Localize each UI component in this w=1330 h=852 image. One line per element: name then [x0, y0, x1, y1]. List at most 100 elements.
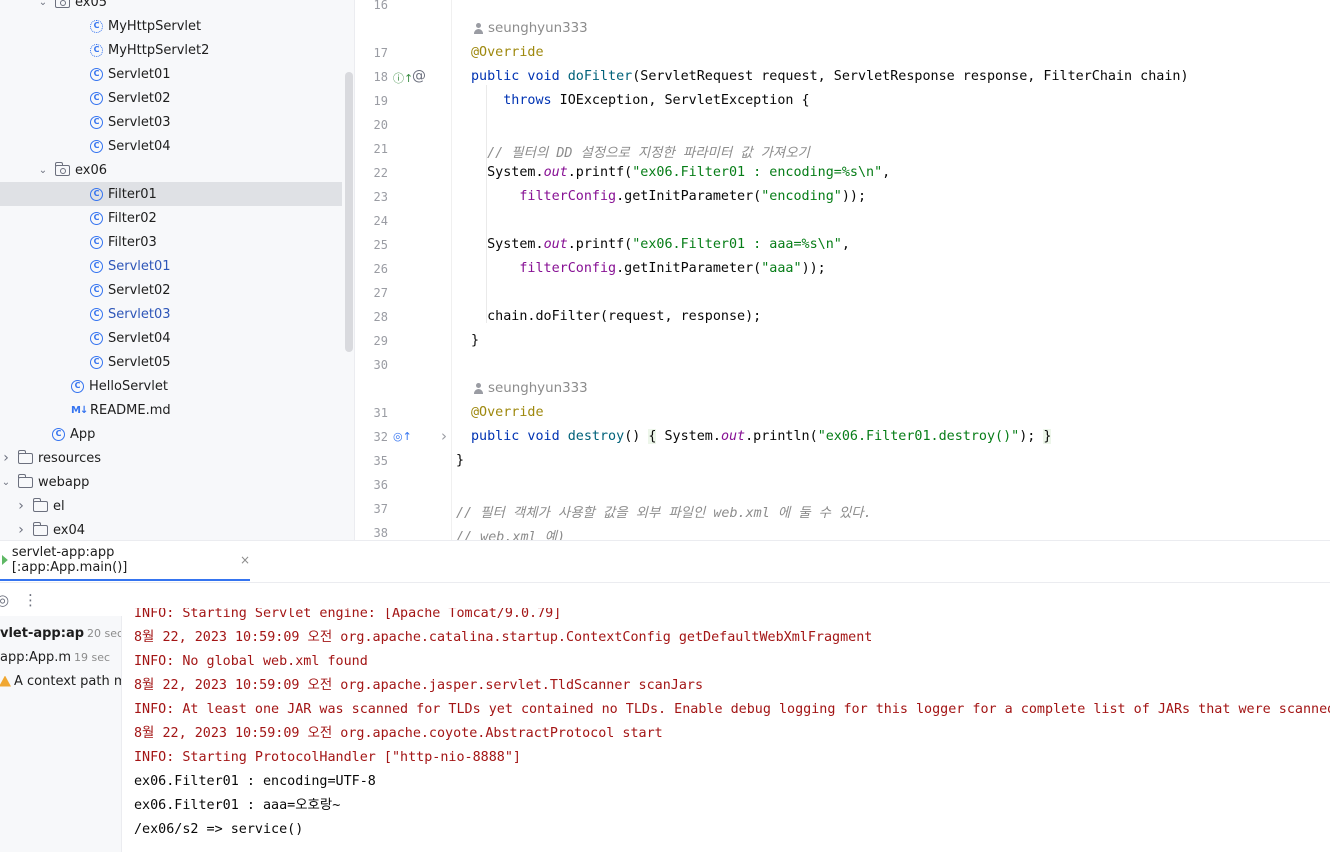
code-line[interactable]: // 필터 객체가 사용할 값을 외부 파일인 web.xml 에 둘 수 있다… [456, 501, 872, 521]
tree-item[interactable]: C Filter01 [0, 182, 342, 206]
author-name: seunghyun333 [488, 21, 588, 36]
code-line[interactable]: // web.xml 예) [456, 525, 565, 540]
tree-item[interactable]: C Servlet03 [0, 110, 342, 134]
implements-icon[interactable]: ⓘ↑ [393, 70, 413, 86]
project-tree[interactable]: ⌄ ex05 C MyHttpServlet C MyHttpServlet2 C Servl… [0, 0, 355, 540]
run-tab-label: servlet-app:app [:app:App.main()] [11, 545, 128, 575]
tree-item[interactable]: C Servlet02 [0, 278, 342, 302]
code-line[interactable]: System.out.printf("ex06.Filter01 : aaa=%… [471, 237, 850, 252]
tree-item[interactable]: M↓ README.md [0, 398, 342, 422]
tree-item-label: Servlet01 [108, 258, 171, 274]
console-output[interactable]: INFO: Starting Servlet engine: [Apache T… [122, 608, 1330, 852]
line-number: 22 [373, 166, 388, 180]
chevron-right-icon[interactable]: › [441, 427, 447, 445]
code-line[interactable]: System.out.printf("ex06.Filter01 : encod… [471, 165, 890, 180]
chevron-right-icon[interactable]: › [0, 450, 12, 466]
run-history-item[interactable]: app:App.m 19 sec [0, 646, 110, 668]
tree-item[interactable]: C Filter03 [0, 230, 342, 254]
tree-item[interactable]: C Servlet02 [0, 86, 342, 110]
tree-item-label: Filter02 [108, 210, 157, 226]
run-item-time: 20 sec [87, 626, 122, 640]
line-number: 19 [373, 94, 388, 108]
annotation-icon[interactable]: @ [412, 68, 426, 84]
console-line: /ex06/s2 => service() [134, 822, 304, 837]
tree-item[interactable]: C Servlet04 [0, 326, 342, 350]
run-history-list: vlet-app:ap 20 sec app:App.m 19 sec A contex… [0, 616, 122, 852]
tree-item-label: ex04 [53, 522, 86, 538]
folder-icon [33, 497, 48, 512]
tree-item-label: MyHttpServlet2 [108, 42, 210, 58]
code-line[interactable]: @Override [471, 45, 544, 60]
code-line[interactable]: // 필터의 DD 설정으로 지정한 파라미터 값 가져오기 [471, 141, 810, 161]
chevron-right-icon[interactable]: › [15, 498, 27, 514]
line-number: 20 [373, 118, 388, 132]
run-history-item[interactable]: vlet-app:ap 20 sec [0, 622, 122, 644]
tree-item-label: Servlet04 [108, 330, 171, 346]
run-item-name: vlet-app:ap [0, 625, 85, 641]
author-hint[interactable]: seunghyun333 [473, 21, 588, 36]
tree-item[interactable]: C Servlet01 [0, 254, 342, 278]
tree-item-label: Servlet05 [108, 354, 171, 370]
code-line[interactable]: filterConfig.getInitParameter("encoding"… [471, 189, 866, 204]
class-icon: C [90, 91, 103, 105]
more-options-icon[interactable]: ⋮ [23, 591, 38, 609]
code-line[interactable]: public void destroy() { System.out.print… [471, 429, 1052, 444]
class-icon: C [52, 427, 65, 441]
code-line[interactable]: chain.doFilter(request, response); [471, 309, 761, 324]
tree-item-label: Filter03 [108, 234, 157, 250]
console-line: 8월 22, 2023 10:59:09 오전 org.apache.jaspe… [134, 678, 704, 693]
filter-icon[interactable]: ◎ [0, 591, 9, 609]
code-line[interactable]: throws IOException, ServletException { [471, 93, 809, 108]
tree-item-label: Servlet04 [108, 138, 171, 154]
tree-item[interactable]: C MyHttpServlet [0, 14, 342, 38]
chevron-down-icon[interactable]: ⌄ [0, 477, 12, 488]
tree-item[interactable]: C App [0, 422, 342, 446]
tree-item[interactable]: C Servlet04 [0, 134, 342, 158]
line-number: 29 [373, 334, 388, 348]
line-number: 26 [373, 262, 388, 276]
tree-item[interactable]: › el [0, 494, 342, 518]
chevron-down-icon[interactable]: ⌄ [37, 165, 49, 176]
folder-icon [18, 473, 33, 488]
tree-item[interactable]: C MyHttpServlet2 [0, 38, 342, 62]
tree-item[interactable]: C Filter02 [0, 206, 342, 230]
tree-item[interactable]: › ex04 [0, 518, 342, 540]
chevron-down-icon[interactable]: ⌄ [37, 0, 49, 8]
folder-icon [18, 449, 33, 464]
line-number: 38 [373, 526, 388, 540]
tree-scrollbar[interactable] [345, 72, 353, 352]
tree-item-label: Filter01 [108, 186, 157, 202]
code-editor[interactable]: 16 seunghyun333 17 @Override 18 ⓘ↑ @ public voi… [356, 0, 1330, 540]
line-number: 23 [373, 190, 388, 204]
code-line[interactable]: @Override [471, 405, 544, 420]
console-line: INFO: Starting Servlet engine: [Apache T… [134, 608, 562, 621]
line-number: 16 [373, 0, 388, 12]
author-hint[interactable]: seunghyun333 [473, 381, 588, 396]
tree-item[interactable]: ⌄ webapp [0, 470, 342, 494]
line-number: 31 [373, 406, 388, 420]
tree-item-label: Servlet03 [108, 306, 171, 322]
code-line[interactable]: } [471, 333, 479, 348]
tree-item[interactable]: C Servlet03 [0, 302, 342, 326]
package-icon [55, 161, 70, 176]
close-icon[interactable]: × [240, 553, 250, 567]
tree-item-label: resources [38, 450, 102, 466]
tree-item-label: ex05 [75, 0, 108, 10]
tree-item[interactable]: C HelloServlet [0, 374, 342, 398]
run-history-item[interactable]: A context path m [0, 670, 121, 692]
tree-item[interactable]: › resources [0, 446, 342, 470]
class-icon: C [90, 115, 103, 129]
tree-item[interactable]: C Servlet05 [0, 350, 342, 374]
code-line[interactable]: public void doFilter(ServletRequest requ… [471, 69, 1189, 84]
tree-item[interactable]: C Servlet01 [0, 62, 342, 86]
tree-item[interactable]: ⌄ ex05 [0, 0, 342, 14]
chevron-right-icon[interactable]: › [15, 522, 27, 538]
override-icon[interactable]: ◎↑ [393, 430, 412, 443]
code-line[interactable]: filterConfig.getInitParameter("aaa")); [471, 261, 825, 276]
tree-item-label: Servlet02 [108, 282, 171, 298]
tree-item[interactable]: ⌄ ex06 [0, 158, 342, 182]
class-icon: C [90, 355, 103, 369]
code-line[interactable]: } [456, 453, 464, 468]
markdown-icon: M↓ [71, 404, 88, 416]
run-tab[interactable]: servlet-app:app [:app:App.main()] × [0, 541, 250, 581]
